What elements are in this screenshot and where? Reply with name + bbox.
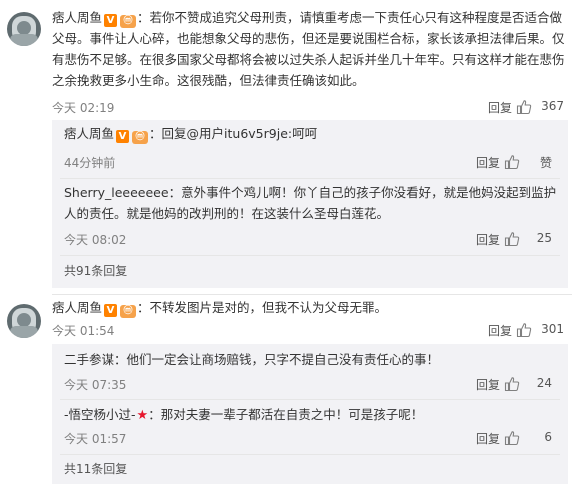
reply-text: 痞人周鱼 Vⓜ ：回复@用户itu6v5r9je:呵呵 [64, 126, 318, 144]
comment-time: 今天 01:54 [52, 324, 115, 338]
verified-badge-icon: V [104, 304, 118, 317]
divider [60, 454, 560, 455]
reply-meta: 今天 08:02 回复 25 [64, 231, 560, 249]
divider [60, 255, 560, 256]
like-button[interactable]: 25 [504, 229, 560, 249]
reply-box: 痞人周鱼 Vⓜ ：回复@用户itu6v5r9je:呵呵 44分钟前 回复 赞 She… [52, 120, 568, 288]
member-badge-icon: ⓜ [132, 131, 149, 144]
thumbs-up-icon [504, 155, 520, 170]
like-button[interactable]: 6 [504, 428, 560, 448]
thumbs-up-icon [516, 100, 532, 115]
reply-button[interactable]: 回复 [476, 231, 500, 248]
comment-text: 痞人周鱼 Vⓜ ：不转发图片是对的，但我不认为父母无罪。 [52, 300, 388, 318]
reply-time: 今天 07:35 [64, 378, 127, 392]
verified-badge-icon: V [104, 14, 118, 27]
reply-meta: 今天 07:35 回复 24 [64, 376, 560, 394]
comment-meta: 今天 01:54 回复 301 [52, 322, 572, 340]
reply-button[interactable]: 回复 [476, 430, 500, 447]
member-badge-icon: ⓜ [120, 15, 137, 28]
like-button[interactable]: 367 [516, 97, 572, 117]
like-count: 6 [544, 430, 552, 444]
reply-button[interactable]: 回复 [488, 322, 512, 339]
reply-text: Sherry_leeeeeee：意外事件个鸡儿啊！你丫自己的孩子你没看好，就是他… [64, 185, 557, 221]
reply-username[interactable]: Sherry_leeeeeee [64, 185, 169, 200]
reply-button[interactable]: 回复 [488, 99, 512, 116]
thumbs-up-icon [516, 323, 532, 338]
like-count: 24 [536, 376, 552, 390]
more-replies-link[interactable]: 共11条回复 [64, 460, 127, 477]
comment-username[interactable]: 痞人周鱼 [52, 10, 102, 25]
like-button[interactable]: 24 [504, 374, 560, 394]
comment-body: 不转发图片是对的，但我不认为父母无罪。 [149, 300, 388, 315]
comment-divider [52, 294, 572, 295]
reply-button[interactable]: 回复 [476, 154, 500, 171]
reply-meta: 44分钟前 回复 赞 [64, 154, 560, 172]
divider [60, 399, 560, 400]
reply-body: 那对夫妻一辈子都活在自责之中！可是孩子呢！ [160, 407, 424, 422]
comment-time: 今天 02:19 [52, 101, 115, 115]
reply-text: -悟空杨小过-★：那对夫妻一辈子都活在自责之中！可是孩子呢！ [64, 407, 424, 423]
reply-username[interactable]: 二手参谋 [64, 352, 114, 367]
reply-button[interactable]: 回复 [476, 376, 500, 393]
reply-text: 二手参谋：他们一定会让商场赔钱，只字不提自己没有责任心的事！ [64, 352, 440, 367]
like-count: 367 [541, 99, 564, 113]
member-badge-icon: ⓜ [120, 305, 137, 318]
reply-time: 今天 08:02 [64, 233, 127, 247]
reply-username[interactable]: 痞人周鱼 [64, 126, 114, 141]
reply-time: 今天 01:57 [64, 432, 127, 446]
comment-text: 痞人周鱼 Vⓜ ：若你不赞成追究父母刑责，请慎重考虑一下责任心只有这种程度是否适合做… [52, 10, 565, 88]
comment-list: 痞人周鱼 Vⓜ ：若你不赞成追究父母刑责，请慎重考虑一下责任心只有这种程度是否适合做… [0, 0, 576, 484]
comment-username[interactable]: 痞人周鱼 [52, 300, 102, 315]
thumbs-up-icon [504, 232, 520, 247]
star-badge-icon: ★ [136, 408, 149, 423]
reply-time: 44分钟前 [64, 156, 116, 170]
avatar[interactable] [7, 12, 41, 46]
reply-box: 二手参谋：他们一定会让商场赔钱，只字不提自己没有责任心的事！ 今天 07:35 … [52, 344, 568, 484]
comment-meta: 今天 02:19 回复 367 [52, 99, 572, 117]
reply-meta: 今天 01:57 回复 6 [64, 430, 560, 448]
like-count: 25 [536, 231, 552, 245]
verified-badge-icon: V [116, 130, 130, 143]
divider [60, 178, 560, 179]
more-replies-link[interactable]: 共91条回复 [64, 262, 127, 279]
reply-body: 回复@用户itu6v5r9je:呵呵 [161, 126, 318, 141]
like-count: 301 [541, 322, 564, 336]
like-button[interactable]: 赞 [504, 152, 560, 172]
like-button[interactable]: 301 [516, 320, 572, 340]
like-count: 赞 [539, 156, 552, 170]
reply-username[interactable]: -悟空杨小过- [64, 407, 136, 422]
avatar[interactable] [7, 304, 41, 338]
thumbs-up-icon [504, 431, 520, 446]
thumbs-up-icon [504, 377, 520, 392]
reply-body: 他们一定会让商场赔钱，只字不提自己没有责任心的事！ [126, 352, 440, 367]
